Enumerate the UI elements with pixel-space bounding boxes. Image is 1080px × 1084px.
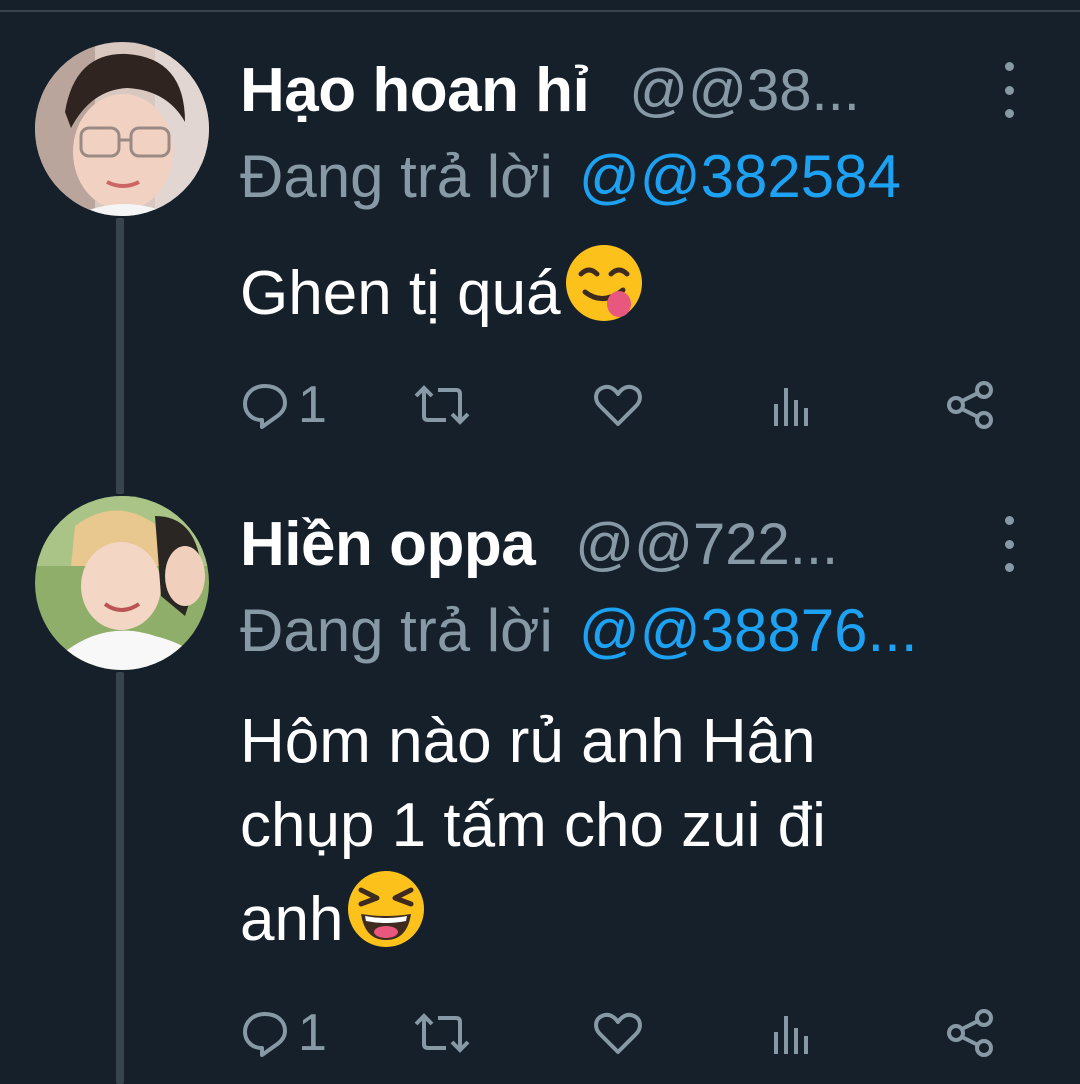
retweet-icon (414, 1013, 470, 1053)
tweet[interactable]: Hiền oppa @@722... Đang trả lời @@38876.… (0, 460, 1080, 1084)
reply-count: 1 (298, 376, 327, 434)
retweet-button[interactable] (412, 998, 472, 1068)
more-options-icon[interactable] (992, 62, 1026, 118)
user-handle[interactable]: @@38... (629, 57, 860, 124)
reply-target-link[interactable]: @@38876... (579, 596, 918, 665)
retweet-icon (414, 385, 470, 425)
like-icon (594, 1012, 642, 1054)
reply-button[interactable]: 1 (240, 370, 327, 440)
tweet-text-line: Hôm nào rủ anh Hân (240, 707, 816, 776)
share-button[interactable] (944, 998, 996, 1068)
reply-target-link[interactable]: @@382584 (579, 142, 901, 211)
analytics-icon (774, 1016, 808, 1054)
display-name[interactable]: Hiền oppa (240, 509, 536, 580)
tweet[interactable]: Hạo hoan hỉ @@38... Đang trả lời @@38258… (0, 0, 1080, 460)
reply-count: 1 (298, 1004, 327, 1062)
like-button[interactable] (592, 998, 644, 1068)
reply-icon (243, 1012, 287, 1057)
retweet-button[interactable] (412, 370, 472, 440)
laughing-face-emoji (348, 871, 425, 947)
tweet-text: Hôm nào rủ anh Hân chụp 1 tấm cho zui đi… (240, 700, 1040, 962)
replying-to-label: Đang trả lời (240, 596, 553, 664)
like-icon (594, 384, 642, 426)
reply-button[interactable]: 1 (240, 998, 327, 1068)
analytics-button[interactable] (770, 998, 816, 1068)
more-options-icon[interactable] (992, 516, 1026, 572)
yum-face-emoji (565, 245, 642, 321)
reply-icon (243, 384, 287, 429)
share-icon (947, 1009, 993, 1057)
display-name[interactable]: Hạo hoan hỉ (240, 55, 590, 126)
share-button[interactable] (944, 370, 996, 440)
tweet-text: Ghen tị quá (240, 242, 1040, 336)
tweet-text-line: Ghen tị quá (240, 259, 561, 328)
like-button[interactable] (592, 370, 644, 440)
user-handle[interactable]: @@722... (575, 511, 838, 578)
avatar[interactable] (35, 42, 209, 216)
avatar[interactable] (35, 496, 209, 670)
share-icon (947, 381, 993, 429)
replying-to-label: Đang trả lời (240, 142, 553, 210)
analytics-icon (774, 388, 808, 426)
tweet-text-line: chụp 1 tấm cho zui đi (240, 791, 826, 860)
tweet-text-line: anh (240, 885, 344, 954)
analytics-button[interactable] (770, 370, 816, 440)
